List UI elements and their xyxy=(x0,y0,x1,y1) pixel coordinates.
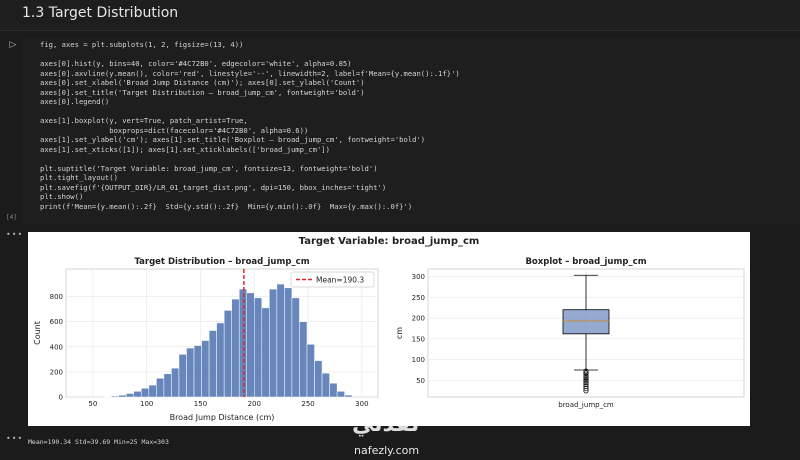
hist-bar xyxy=(148,384,157,398)
figure-suptitle: Target Variable: broad_jump_cm xyxy=(299,236,480,247)
hist-bar xyxy=(344,394,353,398)
code-editor[interactable]: fig, axes = plt.subplots(1, 2, figsize=(… xyxy=(40,40,460,211)
box-title: Boxplot – broad_jump_cm xyxy=(525,257,646,267)
hist-bar xyxy=(118,394,127,398)
code-line: plt.tight_layout() xyxy=(40,173,118,182)
box-y-tick-label: 100 xyxy=(412,356,425,364)
hist-bar xyxy=(299,321,308,398)
hist-bar xyxy=(141,387,150,398)
code-line: plt.show() xyxy=(40,192,84,201)
code-line: print(f'Mean={y.mean():.2f} Std={y.std()… xyxy=(40,201,413,211)
chart-figure: Target Variable: broad_jump_cm Target Dis… xyxy=(33,236,745,422)
hist-bar xyxy=(291,297,300,398)
code-line: axes[1].set_ylabel('cm'); axes[1].set_ti… xyxy=(40,135,426,144)
hist-bar xyxy=(208,330,217,398)
hist-bar xyxy=(246,292,255,398)
hist-title: Target Distribution – broad_jump_cm xyxy=(134,257,309,267)
hist-x-tick-label: 150 xyxy=(194,400,207,408)
watermark-url: nafezly.com xyxy=(354,444,420,457)
box-y-axis-label: cm xyxy=(395,327,404,339)
hist-bar xyxy=(329,382,338,398)
hist-bar xyxy=(284,287,293,398)
hist-bar xyxy=(231,298,240,398)
hist-bar xyxy=(125,393,135,398)
code-line: axes[0].set_xlabel('Broad Jump Distance … xyxy=(40,78,365,87)
hist-y-tick-label: 400 xyxy=(50,343,63,351)
hist-bar xyxy=(201,340,210,398)
hist-bar xyxy=(171,367,180,398)
hist-bar xyxy=(261,307,270,398)
hist-bar xyxy=(238,288,247,398)
code-line: axes[0].axvline(y.mean(), color='red', l… xyxy=(40,68,460,78)
hist-bar xyxy=(110,395,119,398)
code-line: plt.suptitle('Target Variable: broad_jum… xyxy=(40,163,378,173)
hist-bar xyxy=(193,345,202,398)
hist-bar xyxy=(314,360,323,398)
hist-y-tick-label: 200 xyxy=(50,368,63,376)
box-y-tick-label: 300 xyxy=(412,273,425,281)
hist-bar xyxy=(269,288,278,398)
hist-x-tick-label: 200 xyxy=(248,400,261,408)
ellipsis-icon[interactable]: ••• xyxy=(6,230,23,239)
code-line: fig, axes = plt.subplots(1, 2, figsize=(… xyxy=(40,40,244,49)
hist-y-tick-label: 600 xyxy=(50,318,63,326)
box-y-tick-label: 50 xyxy=(416,377,425,385)
hist-bar xyxy=(133,391,142,398)
code-line: plt.savefig(f'{OUTPUT_DIR}/LR_01_target_… xyxy=(40,182,387,192)
code-line: axes[1].boxplot(y, vert=True, patch_arti… xyxy=(40,116,248,125)
hist-x-tick-label: 250 xyxy=(301,400,314,408)
hist-bar xyxy=(223,310,232,398)
box-y-tick-label: 200 xyxy=(412,315,425,323)
box-x-tick-label: broad_jump_cm xyxy=(558,401,614,409)
code-line: boxprops=dict(facecolor='#4C72B0', alpha… xyxy=(109,125,309,135)
hist-x-tick-label: 50 xyxy=(88,400,97,408)
hist-y-tick-label: 0 xyxy=(59,394,63,402)
hist-bar xyxy=(216,322,225,398)
code-line: axes[0].set_title('Target Distribution –… xyxy=(40,87,365,97)
hist-y-axis-label: Count xyxy=(33,321,42,345)
code-line: axes[0].legend() xyxy=(40,97,110,106)
box-y-tick-label: 150 xyxy=(412,335,425,343)
section-heading: 1.3 Target Distribution xyxy=(0,0,800,31)
section-title: 1.3 Target Distribution xyxy=(22,5,179,21)
hist-x-tick-label: 300 xyxy=(355,400,368,408)
box-iqr xyxy=(562,309,610,335)
hist-legend-label: Mean=190.3 xyxy=(316,276,364,285)
print-output: Mean=190.34 Std=39.69 Min=25 Max=303 xyxy=(28,438,169,446)
hist-x-tick-label: 100 xyxy=(140,400,153,408)
hist-bar xyxy=(321,372,330,398)
hist-bar xyxy=(163,373,172,398)
hist-y-tick-label: 800 xyxy=(50,293,63,301)
hist-x-axis-label: Broad Jump Distance (cm) xyxy=(170,413,275,422)
hist-bar xyxy=(336,391,345,398)
hist-bar xyxy=(178,354,187,398)
code-line: axes[0].hist(y, bins=40, color='#4C72B0'… xyxy=(40,59,352,68)
code-line: axes[1].set_xticks([1]); axes[1].set_xti… xyxy=(40,144,330,154)
output-ellipsis-icon[interactable]: ••• xyxy=(6,434,23,443)
hist-bar xyxy=(276,283,285,398)
hist-bar xyxy=(186,347,195,398)
hist-bar xyxy=(306,344,315,398)
play-icon[interactable]: ▷ xyxy=(6,38,20,52)
hist-bar xyxy=(254,297,263,398)
hist-bar xyxy=(156,377,165,398)
box-y-tick-label: 250 xyxy=(412,294,425,302)
figure-output: Target Variable: broad_jump_cm Target Dis… xyxy=(28,232,750,426)
watermark-logo: نفذلي xyxy=(352,412,420,437)
execution-count: [4] xyxy=(6,214,17,221)
